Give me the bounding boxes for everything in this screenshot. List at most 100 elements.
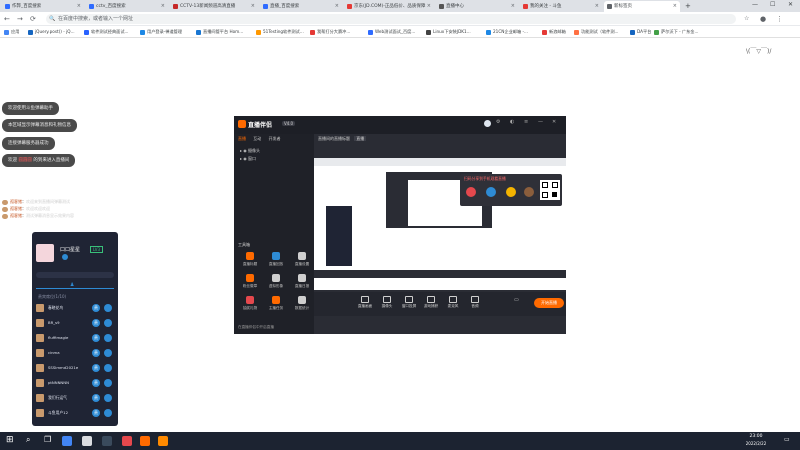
bottom-tool-button[interactable]: 音频 — [464, 294, 486, 314]
skin-icon[interactable]: ◐ — [510, 119, 514, 125]
tab-close-icon[interactable]: × — [595, 1, 599, 12]
folder-icon[interactable] — [102, 436, 112, 446]
viewer-row[interactable]: 我们行运气 贵 — [36, 392, 114, 404]
browser-tab[interactable]: 直播_百度搜索 × — [260, 1, 342, 12]
tool-item[interactable]: 直播设置 — [290, 252, 314, 270]
viewer-row[interactable]: cinma 贵 — [36, 347, 114, 359]
bookmark-favicon-icon — [28, 30, 33, 35]
menu-icon[interactable]: ⋮ — [776, 14, 783, 24]
tab-close-icon[interactable]: × — [77, 1, 81, 12]
windows-start-icon[interactable]: ⊞ — [6, 435, 14, 445]
tool-item[interactable]: 直播回放 — [264, 252, 288, 270]
bookmark-label: 萨尔沃下 - 广东金... — [661, 29, 699, 34]
bookmark-item[interactable]: Web测试面试_百度... — [368, 27, 415, 37]
chrome-icon[interactable] — [62, 436, 72, 446]
panel-tabs[interactable]: ♟ — [36, 282, 114, 289]
browser-tab[interactable]: 直播中心 × — [436, 1, 518, 12]
forward-icon[interactable]: → — [17, 14, 23, 24]
minimize-icon[interactable]: — — [752, 0, 758, 10]
search-icon[interactable]: ⌕ — [26, 435, 30, 445]
maximize-icon[interactable]: ☐ — [770, 0, 775, 10]
viewer-row[interactable]: fluffimagie 贵 — [36, 332, 114, 344]
app-icon[interactable] — [122, 436, 132, 446]
browser-tab[interactable]: cctv_百度搜索 × — [86, 1, 168, 12]
settings-icon[interactable]: ⚙ — [496, 119, 500, 125]
profile-avatar[interactable]: ● — [760, 14, 766, 24]
bottom-tool-button[interactable]: 直播画面 — [354, 294, 376, 314]
bookmark-item[interactable]: 软件测试经典面试... — [84, 27, 129, 37]
bookmark-item[interactable]: jQuery.post() - jQ... — [28, 27, 75, 37]
star-icon[interactable]: ☆ — [744, 14, 749, 24]
start-live-button[interactable]: 开始直播 — [534, 298, 564, 308]
tool-label: 直播回放 — [268, 262, 284, 266]
new-tab-button[interactable]: + — [682, 1, 694, 12]
tab-close-icon[interactable]: × — [335, 1, 339, 12]
tab-close-icon[interactable]: × — [161, 1, 165, 12]
bottom-tool-button[interactable]: 摄像头 — [376, 294, 398, 314]
browser-tab[interactable]: 作弊_百度搜索 × — [2, 1, 84, 12]
minimize-icon[interactable]: — — [538, 119, 543, 125]
tab-close-icon[interactable]: × — [251, 1, 255, 12]
tool-item[interactable]: 粉丝徽章 — [238, 274, 262, 292]
browser-tab[interactable]: 京东(JD.COM)-正品低价、品质保障 × — [344, 1, 434, 12]
back-icon[interactable]: ← — [4, 14, 10, 24]
bottom-tool-button[interactable]: 麦克风 — [442, 294, 464, 314]
close-window-icon[interactable]: ✕ — [788, 0, 793, 10]
bookmark-item[interactable]: DA平台 — [630, 27, 651, 37]
viewer-row[interactable]: ptNNNNNN 贵 — [36, 377, 114, 389]
menu-icon[interactable]: ≡ — [524, 119, 528, 125]
search-input[interactable] — [36, 272, 114, 278]
browser-tab[interactable]: 我的关注 - 斗鱼 × — [520, 1, 602, 12]
browser-tab[interactable]: CCTV-13新闻频道高清直播 × — [170, 1, 258, 12]
omnibox-input[interactable]: 🔍 在百度中搜索，或者输入一个网址 — [46, 14, 736, 24]
tool-item[interactable]: 直播标题 — [238, 252, 262, 270]
share-icon[interactable] — [524, 187, 534, 197]
viewer-row[interactable]: BR_s9 贵 — [36, 317, 114, 329]
viewer-row[interactable]: SSSImmd2021e 贵 — [36, 362, 114, 374]
tab-close-icon[interactable]: × — [511, 1, 515, 12]
browser-tab[interactable]: 新标签页 × — [604, 1, 680, 12]
tool-item[interactable]: 主播任务 — [264, 296, 288, 314]
share-icon[interactable] — [506, 187, 516, 197]
tool-item[interactable]: 数据统计 — [290, 296, 314, 314]
scene-item[interactable]: ▸ ◉ 摄像头 — [240, 148, 260, 154]
bookmark-item[interactable]: 新浪邮箱 — [542, 27, 566, 37]
bookmark-item[interactable]: Linux下安装JDK1... — [426, 27, 471, 37]
viewer-row[interactable]: 春晓花鸟 贵 — [36, 302, 114, 314]
app-icon[interactable] — [82, 436, 92, 446]
tab-interact[interactable]: 互动 — [253, 136, 261, 141]
bookmark-item[interactable]: 21CN企业邮箱 -... — [486, 27, 528, 37]
bookmark-item[interactable]: 功能测试（软件测... — [574, 27, 619, 37]
user-icon[interactable]: ♟ — [70, 282, 74, 288]
tab-close-icon[interactable]: × — [673, 1, 677, 12]
bottom-tool-button[interactable]: 游戏捕获 — [420, 294, 442, 314]
notification-icon[interactable]: ▭ — [784, 436, 790, 443]
avatar — [36, 334, 44, 342]
tool-item[interactable]: 虚拟形象 — [264, 274, 288, 292]
share-icon[interactable] — [486, 187, 496, 197]
tool-item[interactable]: 直播日报 — [290, 274, 314, 292]
scene-item[interactable]: ▸ ◉ 窗口 — [240, 156, 256, 162]
tab-live[interactable]: 直播 — [238, 136, 246, 141]
bookmark-item[interactable]: 直播间管平台 Hom... — [196, 27, 243, 37]
bottom-tool-button[interactable]: 窗口投屏 — [398, 294, 420, 314]
bookmark-item[interactable]: 应用 — [4, 27, 19, 37]
reload-icon[interactable]: ⟳ — [30, 14, 36, 24]
top-tabs: 直播 互动 开发者 — [238, 136, 281, 142]
tab-close-icon[interactable]: × — [427, 1, 431, 12]
share-icon[interactable] — [466, 187, 476, 197]
tab-developer[interactable]: 开发者 — [269, 136, 281, 141]
bookmark-item[interactable]: 51Testing软件测试... — [256, 27, 304, 37]
bookmark-item[interactable]: 萨尔沃下 - 广东金... — [654, 27, 698, 37]
user-avatar[interactable] — [484, 120, 491, 127]
live-assistant-icon[interactable] — [158, 436, 168, 446]
close-icon[interactable]: ✕ — [552, 119, 556, 125]
vip-badge: 贵 — [92, 349, 100, 357]
task-view-icon[interactable]: ❐ — [44, 435, 51, 444]
viewer-row[interactable]: 斗鱼用户12 贵 — [36, 407, 114, 419]
bookmark-item[interactable]: 我帮打分大赛冲... — [310, 27, 350, 37]
tool-item[interactable]: 抽奖礼物 — [238, 296, 262, 314]
douyu-icon[interactable] — [140, 436, 150, 446]
camera-icon[interactable]: ▭ — [514, 297, 524, 305]
bookmark-item[interactable]: 用户登录-禅道管理 — [140, 27, 182, 37]
